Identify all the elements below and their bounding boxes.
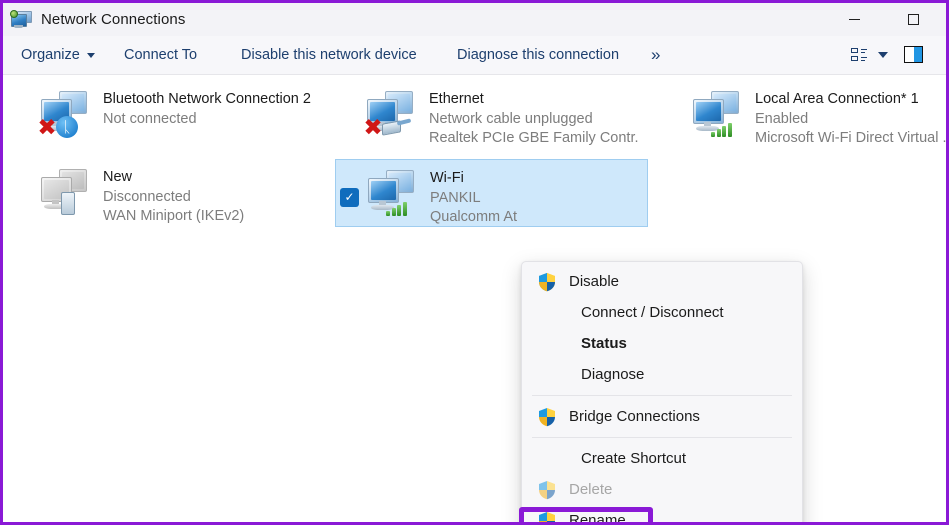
disable-network-device-label: Disable this network device xyxy=(241,47,417,63)
organize-button[interactable]: Organize xyxy=(13,36,103,74)
bluetooth-icon: ᚳ xyxy=(56,116,78,138)
window-title: Network Connections xyxy=(41,11,185,28)
menu-item-label: Bridge Connections xyxy=(569,408,700,425)
connection-name: Bluetooth Network Connection 2 xyxy=(103,90,313,109)
view-options-button[interactable] xyxy=(843,41,895,69)
network-adapter-icon xyxy=(689,88,747,144)
network-adapter-icon: ✖ xyxy=(363,88,421,144)
menu-item-bridge-connections[interactable]: Bridge Connections xyxy=(522,401,802,432)
connection-adapter: WAN Miniport (IKEv2) xyxy=(103,207,313,226)
menu-item-label: Rename xyxy=(569,512,626,522)
disable-network-device-button[interactable]: Disable this network device xyxy=(233,36,425,74)
connection-status: Not connected xyxy=(103,110,313,129)
context-menu: Disable Connect / Disconnect Status Diag… xyxy=(521,261,803,522)
network-adapter-icon xyxy=(364,167,422,223)
connection-status: Disconnected xyxy=(103,188,313,207)
wan-miniport-icon xyxy=(61,192,91,208)
connection-adapter: Realtek PCIe GBE Family Contr... xyxy=(429,129,639,148)
uac-shield-icon xyxy=(537,272,557,292)
menu-item-status[interactable]: Status xyxy=(522,328,802,359)
overflow-label: » xyxy=(651,45,659,65)
command-bar: Organize Connect To Disable this network… xyxy=(3,36,946,75)
selection-checkbox[interactable]: ✓ xyxy=(340,188,359,207)
signal-bars-icon xyxy=(711,121,737,137)
connections-list: ✖ ᚳ Bluetooth Network Connection 2 Not c… xyxy=(3,75,946,522)
view-options-icon xyxy=(851,48,868,62)
preview-pane-icon xyxy=(904,46,923,63)
chevron-down-icon xyxy=(878,52,888,58)
menu-item-create-shortcut[interactable]: Create Shortcut xyxy=(522,443,802,474)
connection-name: Local Area Connection* 1 xyxy=(755,90,946,109)
menu-separator xyxy=(532,437,792,438)
connection-tile-wifi[interactable]: ✓ Wi-Fi PANKIL Qualcomm At xyxy=(335,159,648,227)
menu-item-delete: Delete xyxy=(522,474,802,505)
menu-item-label: Disable xyxy=(569,273,619,290)
menu-item-connect-disconnect[interactable]: Connect / Disconnect xyxy=(522,297,802,328)
network-adapter-icon xyxy=(37,166,95,222)
ethernet-plug-icon xyxy=(382,119,412,135)
connection-tile-bluetooth[interactable]: ✖ ᚳ Bluetooth Network Connection 2 Not c… xyxy=(9,81,322,149)
overflow-button[interactable]: » xyxy=(643,36,667,74)
uac-shield-icon xyxy=(537,480,557,500)
minimize-icon xyxy=(849,19,860,20)
network-connections-icon xyxy=(10,10,32,30)
connection-status: Network cable unplugged xyxy=(429,110,639,129)
uac-shield-icon xyxy=(537,511,557,523)
red-x-icon: ✖ xyxy=(363,118,383,138)
minimize-button[interactable] xyxy=(831,3,877,36)
network-adapter-icon: ✖ ᚳ xyxy=(37,88,95,144)
menu-item-label: Diagnose xyxy=(581,366,644,383)
organize-label: Organize xyxy=(21,47,80,63)
chevron-down-icon xyxy=(87,53,95,58)
red-x-icon: ✖ xyxy=(37,118,57,138)
title-bar: Network Connections xyxy=(3,3,946,36)
connection-adapter: Qualcomm At xyxy=(430,208,640,227)
connect-to-label: Connect To xyxy=(124,47,197,63)
connection-tile-local-area[interactable]: Local Area Connection* 1 Enabled Microso… xyxy=(661,81,946,149)
menu-item-disable[interactable]: Disable xyxy=(522,266,802,297)
connection-status: Enabled xyxy=(755,110,946,129)
menu-separator xyxy=(532,395,792,396)
menu-item-label: Connect / Disconnect xyxy=(581,304,724,321)
connection-name: New xyxy=(103,168,313,187)
signal-bars-icon xyxy=(386,200,412,216)
connection-status: PANKIL xyxy=(430,189,640,208)
connection-name: Ethernet xyxy=(429,90,639,109)
menu-item-diagnose[interactable]: Diagnose xyxy=(522,359,802,390)
connect-to-button[interactable]: Connect To xyxy=(116,36,205,74)
menu-item-label: Create Shortcut xyxy=(581,450,686,467)
maximize-icon xyxy=(908,14,919,25)
uac-shield-icon xyxy=(537,407,557,427)
menu-item-label: Delete xyxy=(569,481,612,498)
preview-pane-button[interactable] xyxy=(901,43,925,65)
diagnose-final-label: Diagnose this connection xyxy=(457,47,619,63)
connection-tile-ethernet[interactable]: ✖ Ethernet Network cable unplugged Realt… xyxy=(335,81,648,149)
menu-item-label: Status xyxy=(581,335,627,352)
diagnose-connection-button[interactable]: Diagnose this connection xyxy=(449,36,627,74)
maximize-button[interactable] xyxy=(890,3,936,36)
connection-name: Wi-Fi xyxy=(430,169,640,188)
menu-item-rename[interactable]: Rename xyxy=(522,505,802,522)
network-connections-window: Network Connections Organize Connect To … xyxy=(0,0,949,525)
connection-tile-new[interactable]: New Disconnected WAN Miniport (IKEv2) xyxy=(9,159,322,227)
connection-adapter: Microsoft Wi-Fi Direct Virtual ... xyxy=(755,129,946,148)
